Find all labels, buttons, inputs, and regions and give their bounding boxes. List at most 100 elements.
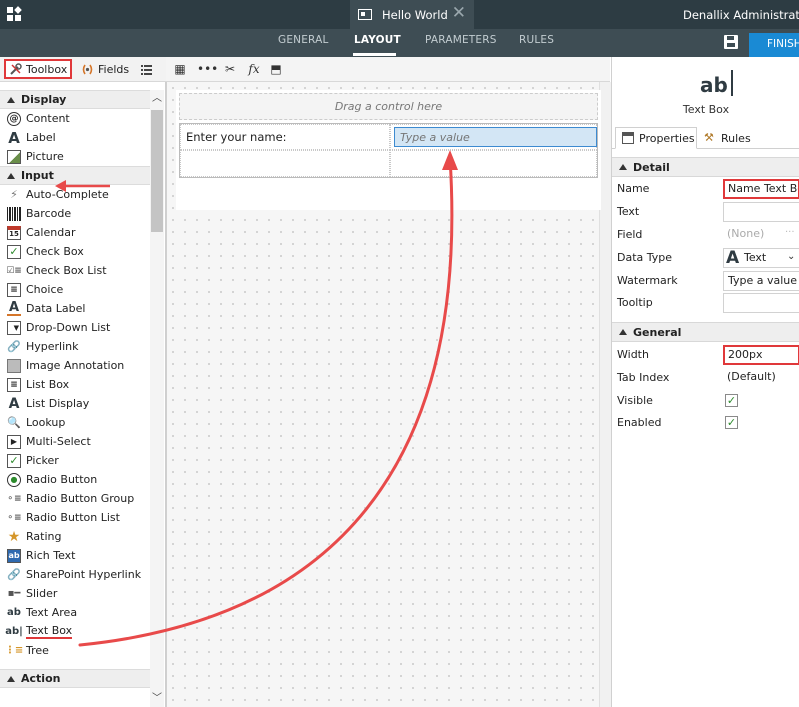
list-item[interactable]: ✓ Check Box bbox=[0, 242, 150, 261]
list-item[interactable]: ab Rich Text bbox=[0, 546, 150, 565]
table-cell[interactable] bbox=[180, 150, 390, 177]
toolbox-scrollbar[interactable]: ︿ ﹀ bbox=[150, 90, 164, 707]
table-cell[interactable] bbox=[390, 150, 597, 177]
list-view-icon[interactable] bbox=[140, 59, 156, 79]
property-width: Width 200px bbox=[612, 344, 799, 366]
list-item[interactable]: 🔗 SharePoint Hyperlink bbox=[0, 565, 150, 584]
name-text-box[interactable] bbox=[394, 127, 597, 147]
form-view[interactable]: Drag a control here Enter your name: bbox=[176, 90, 601, 210]
collapse-icon bbox=[619, 329, 627, 335]
watermark-field[interactable]: Type a value bbox=[723, 271, 799, 291]
section-detail[interactable]: Detail bbox=[612, 157, 799, 177]
layout-table[interactable]: Enter your name: bbox=[179, 123, 598, 178]
table-cell[interactable]: Enter your name: bbox=[180, 124, 390, 150]
tab-fields[interactable]: Fields bbox=[78, 59, 132, 79]
tab-rules[interactable]: RULES bbox=[519, 34, 554, 46]
list-item-text-box[interactable]: ab| Text Box bbox=[0, 622, 150, 641]
property-label: Enabled bbox=[617, 416, 662, 429]
name-label: Enter your name: bbox=[186, 130, 287, 144]
name-field[interactable]: Name Text Bo bbox=[723, 179, 799, 199]
tooltip-field[interactable] bbox=[723, 293, 799, 313]
list-item[interactable]: ≡ List Box bbox=[0, 375, 150, 394]
section-action[interactable]: Action bbox=[0, 669, 150, 688]
visible-checkbox[interactable]: ✓ bbox=[725, 394, 738, 407]
text-box-icon: ab bbox=[700, 70, 733, 97]
list-item[interactable]: ≡ Choice bbox=[0, 280, 150, 299]
list-box-icon: ≡ bbox=[7, 377, 21, 392]
section-general[interactable]: General bbox=[612, 322, 799, 342]
scroll-up-icon[interactable]: ︿ bbox=[152, 94, 162, 104]
list-item[interactable]: ▶ Multi-Select bbox=[0, 432, 150, 451]
save-icon[interactable] bbox=[724, 35, 738, 49]
property-label: Watermark bbox=[617, 274, 678, 287]
table-cell[interactable] bbox=[390, 124, 597, 150]
section-input[interactable]: Input bbox=[0, 166, 150, 185]
list-item[interactable]: A List Display bbox=[0, 394, 150, 413]
list-item[interactable]: Barcode bbox=[0, 204, 150, 223]
list-item[interactable]: A Label bbox=[0, 128, 150, 147]
list-item[interactable]: ⚡ Auto-Complete bbox=[0, 185, 150, 204]
list-item[interactable]: 🔍 Lookup bbox=[0, 413, 150, 432]
magnifier-icon: 🔍 bbox=[7, 416, 21, 429]
property-label: Text bbox=[617, 205, 640, 218]
list-item[interactable]: ▼ Drop-Down List bbox=[0, 318, 150, 337]
list-item[interactable]: ✓ Picker bbox=[0, 451, 150, 470]
list-item[interactable]: A Data Label bbox=[0, 299, 150, 318]
list-item[interactable]: Image Annotation bbox=[0, 356, 150, 375]
toolbox-panel: Toolbox Fields Display @ Content A Label P… bbox=[0, 57, 166, 707]
user-name[interactable]: Denallix Administrator ( bbox=[683, 8, 799, 22]
text-field[interactable] bbox=[723, 202, 799, 222]
list-item[interactable]: ▪━ Slider bbox=[0, 584, 150, 603]
width-field[interactable]: 200px bbox=[723, 345, 799, 365]
list-display-icon: A bbox=[8, 395, 20, 412]
cut-icon[interactable]: ✂ bbox=[222, 61, 238, 77]
list-item[interactable]: @ Content bbox=[0, 109, 150, 128]
document-tab[interactable]: Hello World ✕ bbox=[350, 0, 474, 29]
add-table-icon[interactable]: ▦ bbox=[172, 61, 188, 77]
tab-layout[interactable]: LAYOUT bbox=[354, 34, 401, 46]
more-icon[interactable]: ••• bbox=[197, 61, 218, 77]
tab-general[interactable]: GENERAL bbox=[278, 34, 329, 46]
list-item[interactable]: ⚬≡ Radio Button List bbox=[0, 508, 150, 527]
scroll-down-icon[interactable]: ﹀ bbox=[152, 694, 162, 704]
gavel-icon: ⚒ bbox=[704, 131, 714, 144]
finish-button[interactable]: FINISH bbox=[749, 33, 799, 57]
list-item[interactable]: ⋮≡ Tree bbox=[0, 641, 150, 660]
expression-icon[interactable]: fx bbox=[246, 61, 262, 77]
drop-zone[interactable]: Drag a control here bbox=[179, 93, 598, 120]
tab-rules-label: Rules bbox=[721, 131, 751, 145]
tabindex-field[interactable]: (Default) bbox=[723, 368, 799, 388]
list-item[interactable]: ● Radio Button bbox=[0, 470, 150, 489]
scrollbar-thumb[interactable] bbox=[151, 110, 163, 232]
tools-icon bbox=[9, 62, 22, 76]
list-item[interactable]: Picture bbox=[0, 147, 150, 166]
tab-toolbox[interactable]: Toolbox bbox=[4, 59, 72, 79]
letter-a-icon: A bbox=[726, 248, 740, 268]
tab-parameters[interactable]: PARAMETERS bbox=[425, 34, 497, 46]
format-icon[interactable]: ⬒ bbox=[268, 61, 284, 77]
ellipsis-icon[interactable]: ··· bbox=[785, 227, 795, 238]
list-item[interactable]: ab Text Area bbox=[0, 603, 150, 622]
property-field: Field (None) ··· bbox=[612, 224, 799, 246]
section-display[interactable]: Display bbox=[0, 90, 150, 109]
tab-rules[interactable]: ⚒ Rules bbox=[698, 127, 753, 149]
choice-icon: ≡ bbox=[7, 282, 21, 297]
close-icon[interactable]: ✕ bbox=[452, 5, 466, 22]
slider-icon: ▪━ bbox=[7, 588, 21, 599]
multi-select-icon: ▶ bbox=[7, 434, 21, 449]
list-item[interactable]: 15 Calendar bbox=[0, 223, 150, 242]
list-item[interactable]: ★ Rating bbox=[0, 527, 150, 546]
app-launcher-icon[interactable] bbox=[7, 6, 22, 22]
tab-fields-label: Fields bbox=[98, 62, 130, 76]
list-item[interactable]: ☑≡ Check Box List bbox=[0, 261, 150, 280]
list-item[interactable]: 🔗 Hyperlink bbox=[0, 337, 150, 356]
barcode-icon bbox=[7, 206, 21, 221]
enabled-checkbox[interactable]: ✓ bbox=[725, 416, 738, 429]
list-item[interactable]: ⚬≡ Radio Button Group bbox=[0, 489, 150, 508]
collapse-icon bbox=[7, 675, 15, 682]
chevron-down-icon[interactable]: ⌄ bbox=[787, 251, 795, 262]
tab-properties[interactable]: Properties bbox=[615, 127, 697, 149]
property-text: Text bbox=[612, 201, 799, 223]
picture-icon bbox=[7, 149, 21, 164]
rich-text-icon: ab bbox=[7, 548, 21, 563]
